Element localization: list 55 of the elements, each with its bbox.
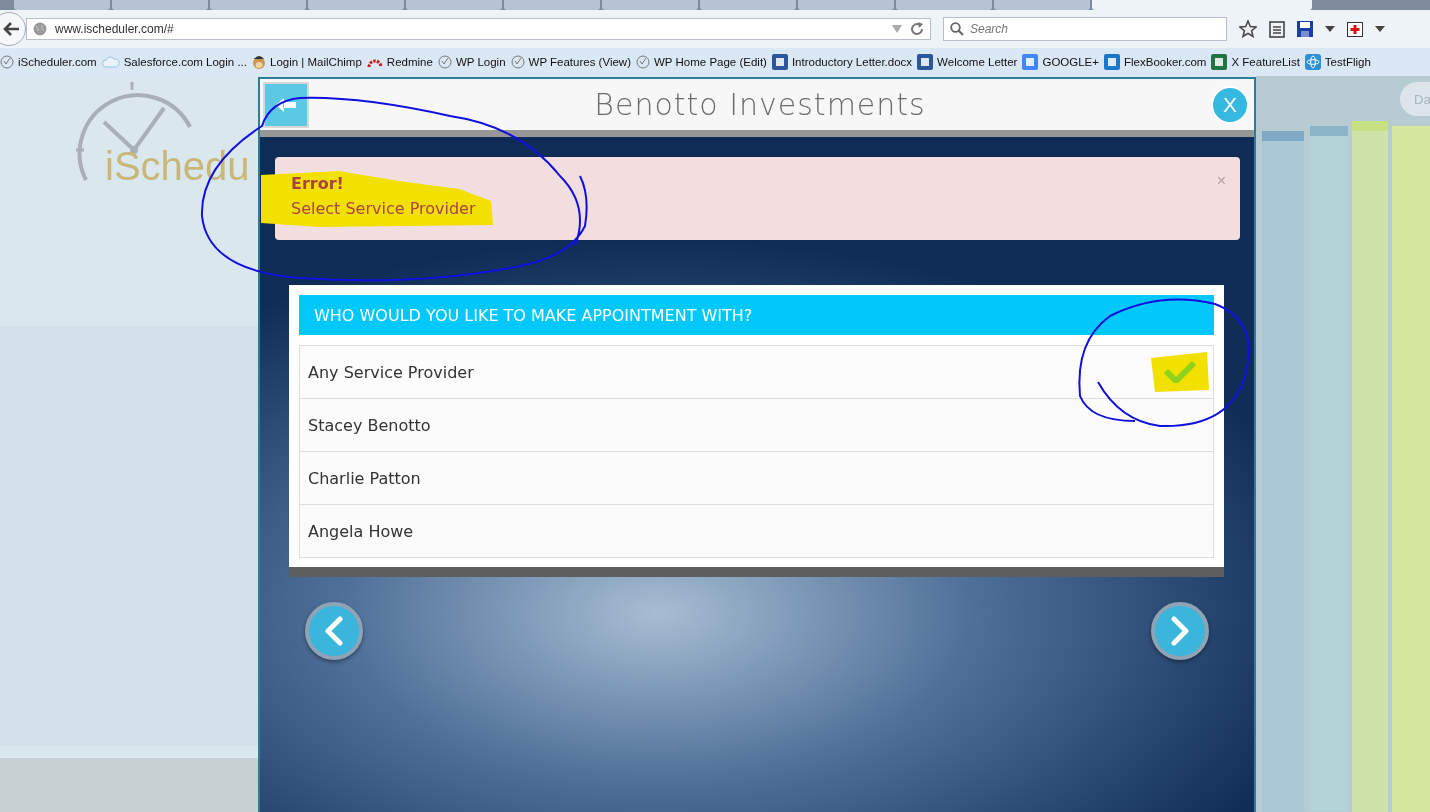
bookmark-link[interactable]: Introductory Letter.docx [771, 54, 913, 70]
bookmark-link[interactable]: Welcome Letter [917, 54, 1018, 70]
star-icon[interactable] [1239, 20, 1257, 38]
search-field[interactable]: Search [943, 17, 1227, 41]
caret-icon[interactable] [1325, 26, 1335, 32]
arrow-left-icon [3, 21, 21, 37]
next-button[interactable] [1151, 602, 1209, 660]
first-aid-icon[interactable] [1347, 21, 1363, 37]
provider-option[interactable]: Angela Howe [300, 504, 1213, 557]
url-text: www.ischeduler.com/# [55, 22, 174, 36]
check-icon [1164, 361, 1196, 383]
clock-icon [636, 55, 650, 69]
back-button[interactable] [0, 12, 26, 46]
provider-option[interactable]: Charlie Patton [300, 451, 1213, 504]
highlighter-mark [1149, 350, 1211, 394]
previous-button[interactable] [305, 602, 363, 660]
bookmark-link[interactable]: FlexBooker.com [1104, 54, 1207, 70]
globe-icon [33, 22, 47, 36]
provider-option[interactable]: Stacey Benotto [300, 398, 1213, 451]
clock-icon [0, 55, 14, 69]
app-icon [1022, 54, 1039, 70]
question-header: WHO WOULD YOU LIKE TO MAKE APPOINTMENT WITH? [299, 295, 1214, 335]
clock-icon [437, 55, 452, 69]
modal-title: Benotto Investments [593, 87, 927, 122]
bookmark-link[interactable]: GOOGLE+ [1022, 54, 1099, 70]
bookmark-link[interactable]: WP Home Page (Edit) [636, 55, 767, 69]
bookmark-link[interactable]: Login | MailChimp [252, 54, 362, 70]
app-icon [1104, 54, 1120, 70]
dropdown-icon[interactable] [892, 25, 902, 33]
bookmark-link[interactable]: WP Login [437, 55, 506, 69]
bookmark-link[interactable]: WP Features (View) [510, 55, 631, 69]
bookmark-link[interactable]: X FeatureList [1211, 54, 1300, 70]
atom-icon [1304, 54, 1321, 70]
monkey-icon [252, 54, 266, 70]
save-icon[interactable] [1297, 21, 1313, 37]
alert-heading: Error! [291, 174, 344, 193]
address-bar[interactable]: www.ischeduler.com/# [26, 18, 931, 40]
bookmark-link[interactable]: TestFligh [1304, 54, 1371, 70]
arrow-left-icon [275, 96, 297, 113]
chevron-left-icon [322, 616, 346, 646]
bookmark-link[interactable]: Redmine [366, 56, 433, 68]
chevron-right-icon [1168, 616, 1192, 646]
back-button[interactable] [263, 81, 309, 128]
bookmark-link[interactable]: Salesforce.com Login ... [101, 56, 247, 68]
clipboard-icon[interactable] [1269, 20, 1285, 38]
reload-icon[interactable] [910, 22, 924, 36]
app-icon [1211, 54, 1228, 70]
bookmark-link[interactable]: iScheduler.com [0, 55, 97, 69]
app-icon [917, 54, 934, 70]
alert-message: Select Service Provider [291, 199, 476, 218]
cloud-icon [101, 56, 120, 68]
search-icon [950, 22, 964, 36]
caret-icon[interactable] [1375, 26, 1385, 32]
clock-icon [510, 55, 525, 69]
app-icon [771, 54, 788, 70]
